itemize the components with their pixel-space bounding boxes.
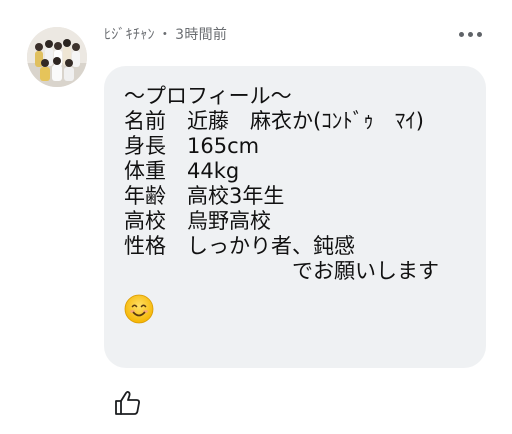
group-photo-image bbox=[27, 27, 87, 87]
more-dot bbox=[468, 32, 473, 37]
more-dot bbox=[459, 32, 464, 37]
avatar[interactable] bbox=[27, 27, 87, 87]
author-name[interactable]: ﾋｼﾞｷﾁｬﾝ bbox=[104, 27, 155, 43]
post-card: ﾋｼﾞｷﾁｬﾝ・ 3時間前 〜プロフィール〜 名前 近藤 麻衣か(ｺﾝﾄﾞｩ ﾏｲ… bbox=[0, 0, 512, 434]
smiling-face-emoji-icon bbox=[124, 294, 154, 324]
more-dot bbox=[477, 32, 482, 37]
more-options-icon[interactable] bbox=[459, 32, 482, 37]
thumbs-up-icon[interactable] bbox=[114, 390, 142, 416]
comment-text: 〜プロフィール〜 名前 近藤 麻衣か(ｺﾝﾄﾞｩ ﾏｲ) 身長 165cm 体重… bbox=[124, 84, 439, 283]
meta-separator: ・ bbox=[157, 27, 173, 43]
comment-bubble: 〜プロフィール〜 名前 近藤 麻衣か(ｺﾝﾄﾞｩ ﾏｲ) 身長 165cm 体重… bbox=[104, 66, 486, 368]
post-time[interactable]: 3時間前 bbox=[175, 27, 227, 43]
post-meta: ﾋｼﾞｷﾁｬﾝ・ 3時間前 bbox=[104, 24, 227, 44]
